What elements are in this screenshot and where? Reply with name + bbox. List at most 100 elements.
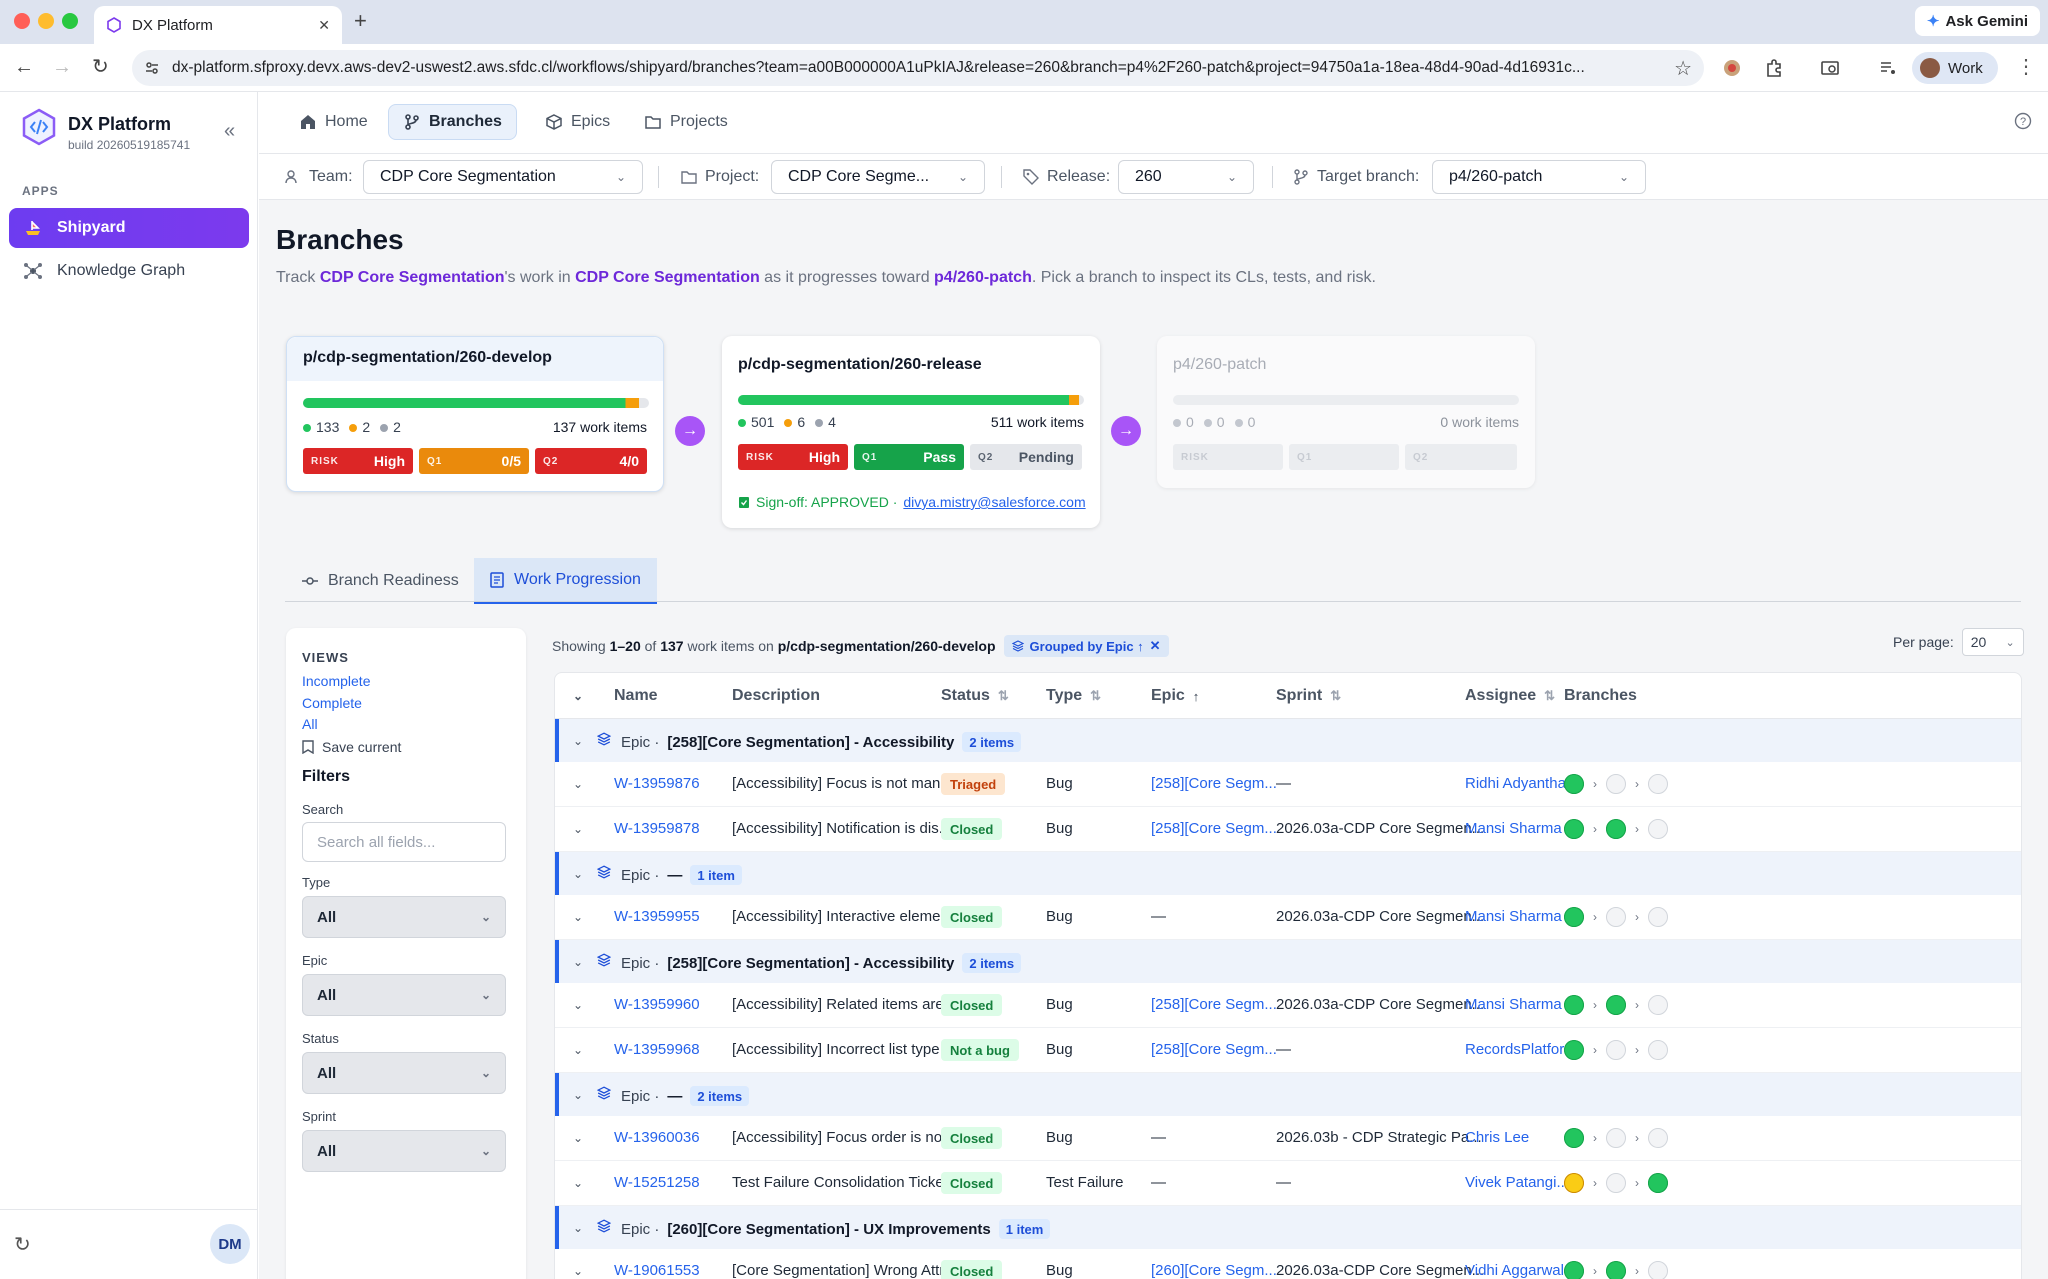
column-header-type[interactable]: Type ⇅ xyxy=(1046,673,1101,719)
type-filter-select[interactable]: All ⌄ xyxy=(302,896,506,938)
column-header-status[interactable]: Status ⇅ xyxy=(941,673,1009,719)
table-row[interactable]: ⌄ W-13960036 [Accessibility] Focus order i… xyxy=(555,1116,2021,1161)
branch-card-patch[interactable]: p4/260-patch 0 0 0 0 work items RISK Q1 … xyxy=(1157,336,1535,488)
chevron-down-icon[interactable]: ⌄ xyxy=(573,1043,583,1057)
chevron-down-icon[interactable]: ⌄ xyxy=(573,1221,583,1235)
chevron-down-icon[interactable]: ⌄ xyxy=(573,734,583,748)
epic-group-row[interactable]: ⌄ Epic · [260][Core Segmentation] - UX Imp… xyxy=(555,1206,2021,1249)
assignee-link[interactable]: Vivek Patangi... xyxy=(1465,1174,1569,1191)
status-filter-select[interactable]: All ⌄ xyxy=(302,1052,506,1094)
tab-projects[interactable]: Projects xyxy=(630,104,742,140)
assignee-link[interactable]: Mansi Sharma xyxy=(1465,996,1562,1013)
table-row[interactable]: ⌄ W-13959955 [Accessibility] Interactive e… xyxy=(555,895,2021,940)
assignee-link[interactable]: Chris Lee xyxy=(1465,1129,1529,1146)
expand-all-icon[interactable]: ⌄ xyxy=(573,673,583,719)
view-incomplete-link[interactable]: Incomplete xyxy=(302,673,370,689)
work-item-link[interactable]: W-19061553 xyxy=(614,1262,700,1279)
grouped-by-epic-chip[interactable]: Grouped by Epic ↑ ✕ xyxy=(1003,635,1169,657)
work-item-link[interactable]: W-13959968 xyxy=(614,1041,700,1058)
browser-menu-icon[interactable]: ⋮ xyxy=(2016,54,2036,78)
target-branch-select[interactable]: p4/260-patch ⌄ xyxy=(1432,160,1646,194)
collapse-sidebar-icon[interactable]: « xyxy=(224,120,235,143)
work-item-link[interactable]: W-13959876 xyxy=(614,775,700,792)
column-header-name[interactable]: Name xyxy=(614,673,658,719)
maximize-window-button[interactable] xyxy=(62,13,78,29)
chevron-down-icon[interactable]: ⌄ xyxy=(573,822,583,836)
epic-link[interactable]: [260][Core Segm... xyxy=(1151,1262,1277,1279)
table-row[interactable]: ⌄ W-13959876 [Accessibility] Focus is not … xyxy=(555,762,2021,807)
branch-card-develop[interactable]: p/cdp-segmentation/260-develop 133 2 2 1… xyxy=(286,336,664,492)
tab-branch-readiness[interactable]: Branch Readiness xyxy=(286,558,475,604)
tab-work-progression[interactable]: Work Progression xyxy=(474,558,657,604)
epic-link[interactable]: [258][Core Segm... xyxy=(1151,1041,1277,1058)
chevron-down-icon[interactable]: ⌄ xyxy=(573,910,583,924)
extension-icon[interactable] xyxy=(1722,58,1742,78)
column-header-sprint[interactable]: Sprint ⇅ xyxy=(1276,673,1341,719)
column-header-epic[interactable]: Epic ↑ xyxy=(1151,673,1199,719)
table-row[interactable]: ⌄ W-13959968 [Accessibility] Incorrect lis… xyxy=(555,1028,2021,1073)
remove-chip-icon[interactable]: ✕ xyxy=(1150,638,1161,654)
release-select[interactable]: 260 ⌄ xyxy=(1118,160,1254,194)
site-settings-icon[interactable] xyxy=(144,60,160,76)
chevron-down-icon[interactable]: ⌄ xyxy=(573,1131,583,1145)
ask-gemini-button[interactable]: ✦ Ask Gemini xyxy=(1914,6,2040,36)
assignee-link[interactable]: Mansi Sharma xyxy=(1465,908,1562,925)
sprint-filter-select[interactable]: All ⌄ xyxy=(302,1130,506,1172)
media-control-icon[interactable] xyxy=(1878,58,1898,78)
minimize-window-button[interactable] xyxy=(38,13,54,29)
epic-group-row[interactable]: ⌄ Epic · — 2 items xyxy=(555,1073,2021,1116)
reload-icon[interactable]: ↻ xyxy=(92,56,109,78)
puzzle-extensions-icon[interactable] xyxy=(1764,58,1784,78)
epic-group-row[interactable]: ⌄ Epic · — 1 item xyxy=(555,852,2021,895)
epic-group-row[interactable]: ⌄ Epic · [258][Core Segmentation] - Access… xyxy=(555,940,2021,983)
user-avatar[interactable]: DM xyxy=(210,1224,250,1264)
epic-link[interactable]: [258][Core Segm... xyxy=(1151,775,1277,792)
chevron-down-icon[interactable]: ⌄ xyxy=(573,867,583,881)
address-bar[interactable]: dx-platform.sfproxy.devx.aws-dev2-uswest… xyxy=(132,50,1704,86)
work-item-link[interactable]: W-15251258 xyxy=(614,1174,700,1191)
epic-link[interactable]: [258][Core Segm... xyxy=(1151,996,1277,1013)
save-current-button[interactable]: Save current xyxy=(302,739,401,755)
view-all-link[interactable]: All xyxy=(302,716,318,732)
chevron-down-icon[interactable]: ⌄ xyxy=(573,1176,583,1190)
tab-branches[interactable]: Branches xyxy=(388,104,517,140)
refresh-icon[interactable]: ↻ xyxy=(14,1232,31,1257)
sidebar-item-shipyard[interactable]: Shipyard xyxy=(9,208,249,248)
table-row[interactable]: ⌄ W-13959878 [Accessibility] Notification … xyxy=(555,807,2021,852)
work-item-link[interactable]: W-13959960 xyxy=(614,996,700,1013)
help-icon[interactable]: ? xyxy=(2014,112,2032,130)
epic-filter-select[interactable]: All ⌄ xyxy=(302,974,506,1016)
assignee-link[interactable]: Ridhi Adyantha... xyxy=(1465,775,1578,792)
bookmark-star-icon[interactable]: ☆ xyxy=(1674,56,1692,81)
column-header-assignee[interactable]: Assignee ⇅ xyxy=(1465,673,1555,719)
tab-home[interactable]: Home xyxy=(285,104,382,140)
chevron-down-icon[interactable]: ⌄ xyxy=(573,1264,583,1278)
assignee-link[interactable]: Mansi Sharma xyxy=(1465,820,1562,837)
close-window-button[interactable] xyxy=(14,13,30,29)
per-page-select[interactable]: 20 ⌄ xyxy=(1961,628,2024,656)
work-item-link[interactable]: W-13959955 xyxy=(614,908,700,925)
tab-epics[interactable]: Epics xyxy=(531,104,624,140)
team-select[interactable]: CDP Core Segmentation ⌄ xyxy=(363,160,643,194)
close-tab-icon[interactable]: ✕ xyxy=(318,17,330,34)
table-row[interactable]: ⌄ W-19061553 [Core Segmentation] Wrong Att… xyxy=(555,1249,2021,1279)
work-item-link[interactable]: W-13959878 xyxy=(614,820,700,837)
forward-arrow-icon[interactable]: → xyxy=(52,56,72,78)
profile-button[interactable]: Work xyxy=(1912,52,1998,84)
chevron-down-icon[interactable]: ⌄ xyxy=(573,777,583,791)
search-input[interactable]: Search all fields... xyxy=(302,822,506,862)
work-item-link[interactable]: W-13960036 xyxy=(614,1129,700,1146)
branch-card-release[interactable]: p/cdp-segmentation/260-release 501 6 4 5… xyxy=(722,336,1100,528)
new-tab-button[interactable]: + xyxy=(354,10,367,32)
column-header-description[interactable]: Description xyxy=(732,673,820,719)
table-row[interactable]: ⌄ W-13959960 [Accessibility] Related items… xyxy=(555,983,2021,1028)
epic-group-row[interactable]: ⌄ Epic · [258][Core Segmentation] - Access… xyxy=(555,719,2021,762)
assignee-link[interactable]: Vidhi Aggarwal xyxy=(1465,1262,1564,1279)
chevron-down-icon[interactable]: ⌄ xyxy=(573,1088,583,1102)
browser-tab[interactable]: DX Platform ✕ xyxy=(94,6,342,44)
back-arrow-icon[interactable]: ← xyxy=(14,56,34,78)
table-row[interactable]: ⌄ W-15251258 Test Failure Consolidation Ti… xyxy=(555,1161,2021,1206)
assignee-link[interactable]: RecordsPlatfor... xyxy=(1465,1041,1576,1058)
view-complete-link[interactable]: Complete xyxy=(302,695,362,711)
epic-link[interactable]: [258][Core Segm... xyxy=(1151,820,1277,837)
